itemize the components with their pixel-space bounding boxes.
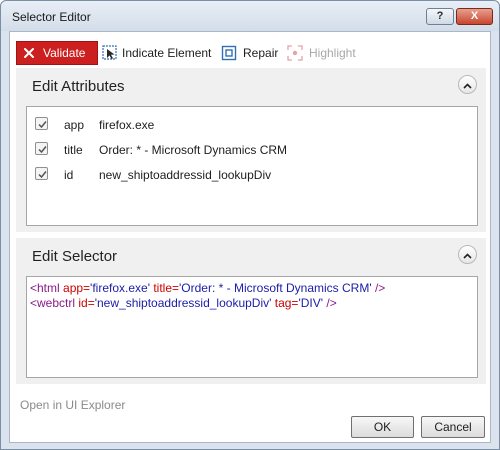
edit-attributes-title: Edit Attributes <box>32 78 125 95</box>
selector-attr-name: tag= <box>274 296 299 310</box>
selector-tag: <webctrl <box>30 296 79 310</box>
attributes-list: app firefox.exe title Order: * - Microso… <box>26 106 478 226</box>
selector-line: <html app='firefox.exe' title='Order: * … <box>30 281 474 296</box>
selector-text-editor[interactable]: <html app='firefox.exe' title='Order: * … <box>26 276 478 378</box>
selector-attr-value: 'new_shiptoaddressid_lookupDiv' <box>94 296 275 310</box>
attribute-checkbox[interactable] <box>35 142 48 155</box>
repair-target-icon <box>221 45 237 61</box>
attribute-row: id new_shiptoaddressid_lookupDiv <box>27 164 477 184</box>
open-in-ui-explorer-link[interactable]: Open in UI Explorer <box>20 398 125 412</box>
edit-selector-title: Edit Selector <box>32 248 118 265</box>
attribute-name: title <box>64 143 83 157</box>
x-icon <box>23 47 35 59</box>
attribute-row: title Order: * - Microsoft Dynamics CRM <box>27 139 477 159</box>
repair-button[interactable]: Repair <box>221 41 278 65</box>
highlight-icon <box>287 45 303 61</box>
selector-attr-value: 'firefox.exe' <box>90 281 154 295</box>
selector-editor-window: Selector Editor ? X Validate Indicate El… <box>0 0 500 450</box>
selector-tag: <html <box>30 281 64 295</box>
chevron-up-icon <box>463 78 472 92</box>
attribute-value: firefox.exe <box>99 118 155 132</box>
selector-line: <webctrl id='new_shiptoaddressid_lookupD… <box>30 296 474 311</box>
attribute-value: Order: * - Microsoft Dynamics CRM <box>99 143 288 157</box>
selector-attr-name: id= <box>78 296 95 310</box>
window-title: Selector Editor <box>12 10 91 24</box>
cancel-button[interactable]: Cancel <box>421 416 485 438</box>
selector-attr-name: app= <box>63 281 91 295</box>
attribute-name: id <box>64 168 74 182</box>
selector-tag-close: /> <box>326 296 337 310</box>
selector-attr-value: 'DIV' <box>298 296 327 310</box>
highlight-label: Highlight <box>309 46 356 60</box>
highlight-button[interactable]: Highlight <box>287 41 356 65</box>
ok-button[interactable]: OK <box>351 416 414 438</box>
indicate-element-button[interactable]: Indicate Element <box>102 41 211 65</box>
title-bar: Selector Editor ? X <box>1 1 499 31</box>
attribute-checkbox[interactable] <box>35 117 48 130</box>
selector-attr-value: 'Order: * - Microsoft Dynamics CRM' <box>179 281 375 295</box>
validate-button[interactable]: Validate <box>16 41 98 65</box>
attribute-row: app firefox.exe <box>27 114 477 134</box>
toolbar: Validate Indicate Element Repair Highlig… <box>16 41 486 65</box>
collapse-selector-button[interactable] <box>458 245 477 264</box>
edit-attributes-section: Edit Attributes app firefox.exe title Or… <box>16 68 486 232</box>
validate-label: Validate <box>43 46 86 60</box>
edit-selector-section: Edit Selector <html app='firefox.exe' ti… <box>16 238 486 384</box>
help-button[interactable]: ? <box>426 8 454 25</box>
indicate-element-label: Indicate Element <box>122 46 212 60</box>
attribute-value: new_shiptoaddressid_lookupDiv <box>99 168 272 182</box>
chevron-up-icon <box>463 248 472 262</box>
close-button[interactable]: X <box>456 8 493 25</box>
dialog-content: Validate Indicate Element Repair Highlig… <box>9 31 491 443</box>
attribute-name: app <box>64 118 85 132</box>
selector-tag-close: /> <box>374 281 386 295</box>
selector-attr-name: title= <box>153 281 180 295</box>
cursor-select-icon <box>102 45 118 61</box>
collapse-attributes-button[interactable] <box>458 75 477 94</box>
attribute-checkbox[interactable] <box>35 167 48 180</box>
repair-label: Repair <box>243 46 279 60</box>
